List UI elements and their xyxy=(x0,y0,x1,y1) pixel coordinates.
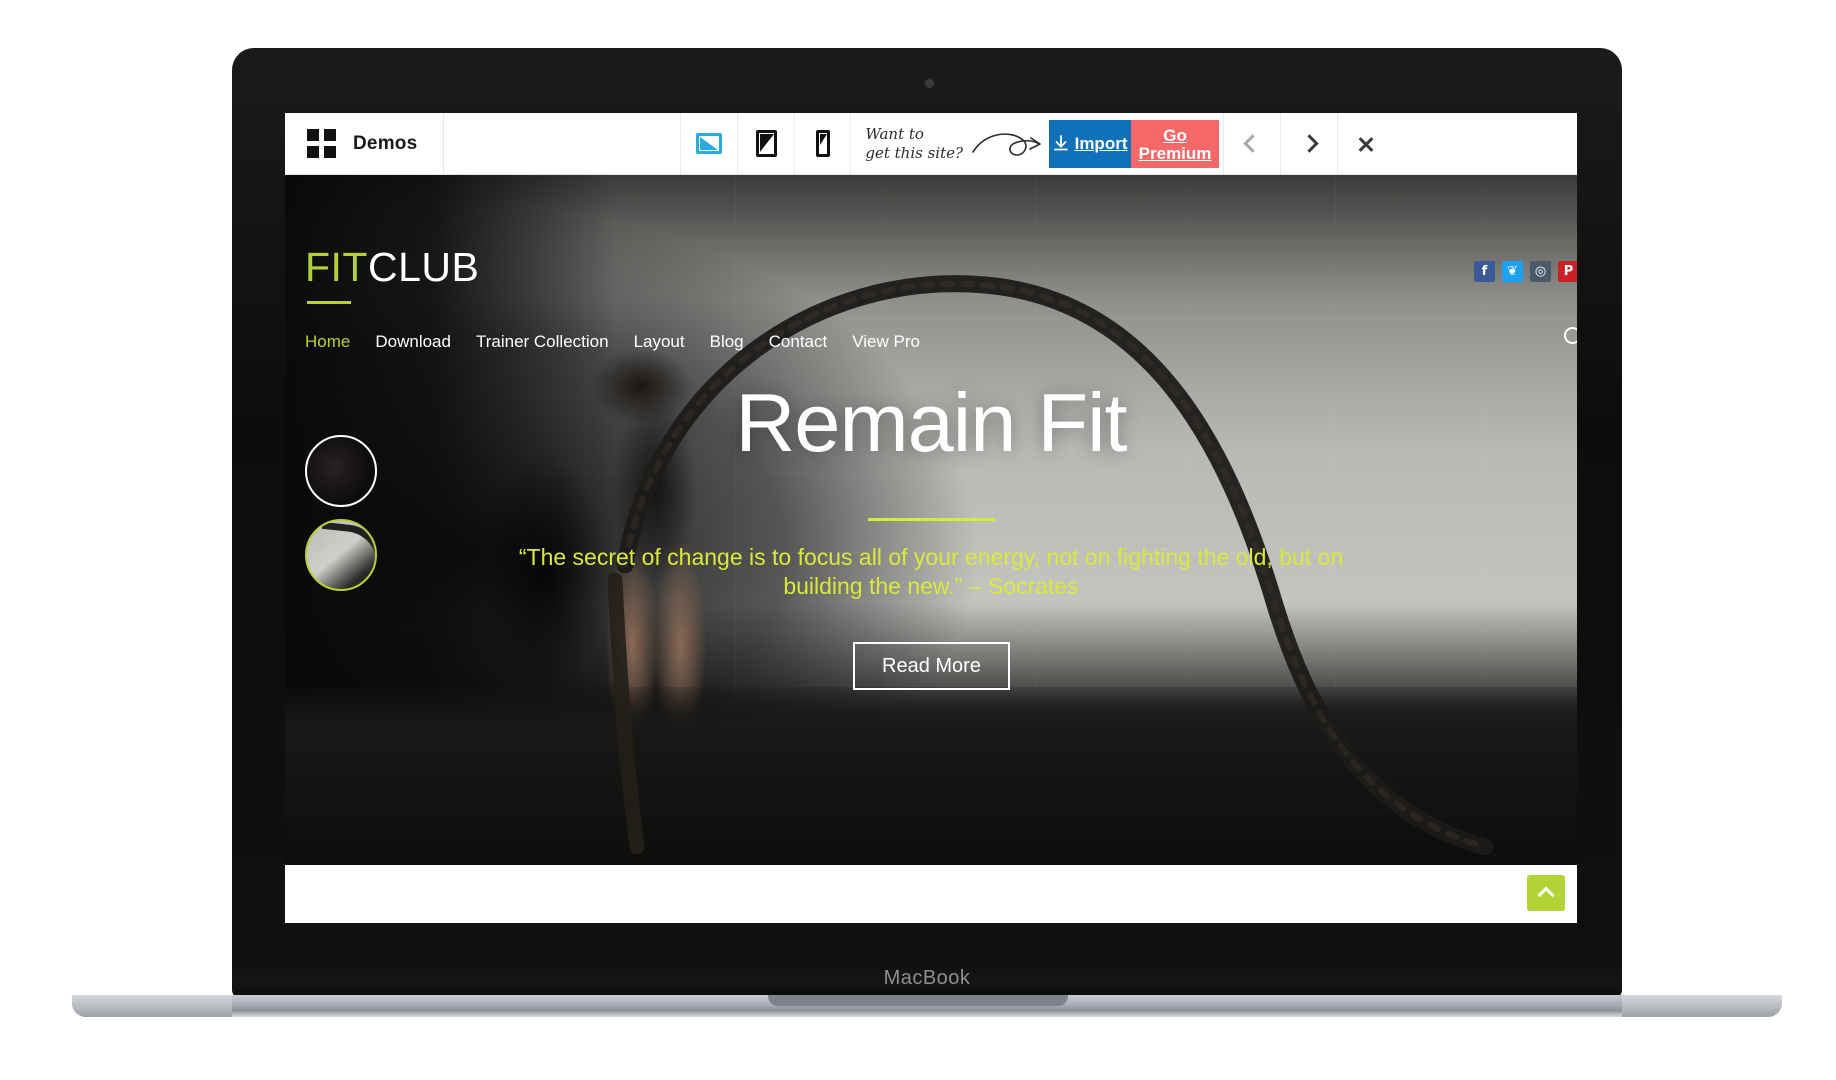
instagram-icon[interactable]: ◎ xyxy=(1530,261,1551,282)
nav-item-blog[interactable]: Blog xyxy=(710,332,744,352)
site-logo[interactable]: FITCLUB xyxy=(305,247,479,288)
go-premium-label: Go Premium xyxy=(1138,125,1212,163)
macbook-brand-label: MacBook xyxy=(883,966,971,989)
read-more-button[interactable]: Read More xyxy=(853,642,1010,690)
website-preview: FITCLUB Home Download Trainer Collection… xyxy=(285,175,1577,923)
demos-label: Demos xyxy=(353,132,418,154)
close-toolbar-button[interactable] xyxy=(1337,113,1394,174)
hero-divider xyxy=(868,518,995,521)
nav-item-download[interactable]: Download xyxy=(375,332,451,352)
facebook-icon[interactable]: f xyxy=(1474,261,1495,282)
close-icon xyxy=(1357,135,1375,153)
demos-button[interactable]: Demos xyxy=(285,113,445,174)
grid-icon xyxy=(307,129,336,158)
site-footer xyxy=(285,865,1577,923)
nav-item-layout[interactable]: Layout xyxy=(634,332,685,352)
laptop-screen: Demos Want to get this site? Import Go P… xyxy=(285,113,1577,923)
webcam-icon xyxy=(925,79,934,88)
import-button[interactable]: Import xyxy=(1049,119,1132,168)
main-navigation: Home Download Trainer Collection Layout … xyxy=(305,332,920,352)
curved-arrow-icon xyxy=(972,132,1041,156)
pinterest-icon[interactable]: P xyxy=(1558,261,1577,282)
twitter-icon[interactable]: ❦ xyxy=(1502,261,1523,282)
logo-club: CLUB xyxy=(367,244,480,290)
mobile-view-button[interactable] xyxy=(794,113,852,174)
search-icon[interactable] xyxy=(1564,327,1577,344)
screenshot-stage: Demos Want to get this site? Import Go P… xyxy=(0,0,1836,1080)
slide-thumb-2[interactable] xyxy=(305,519,377,591)
tablet-view-button[interactable] xyxy=(737,113,794,174)
chevron-right-icon xyxy=(1299,134,1319,153)
import-label: Import xyxy=(1074,133,1128,153)
laptop-foot-right xyxy=(1622,995,1782,1017)
tablet-icon xyxy=(755,130,777,157)
promo-text: Want to get this site? xyxy=(865,124,964,162)
previous-demo-button[interactable] xyxy=(1223,113,1280,174)
desktop-icon xyxy=(696,133,723,154)
scroll-to-top-button[interactable] xyxy=(1527,875,1565,911)
chevron-up-icon xyxy=(1537,886,1555,904)
promo-callout: Want to get this site? xyxy=(851,113,1049,174)
mobile-icon xyxy=(815,130,830,157)
desktop-view-button[interactable] xyxy=(680,113,737,174)
toolbar-nav-group xyxy=(1223,113,1394,174)
nav-item-contact[interactable]: Contact xyxy=(769,332,828,352)
device-preview-group xyxy=(680,113,852,174)
logo-fit: FIT xyxy=(305,244,368,290)
laptop-foot-left xyxy=(72,995,232,1017)
nav-item-trainer-collection[interactable]: Trainer Collection xyxy=(476,332,609,352)
social-links: f ❦ ◎ P xyxy=(1474,261,1577,282)
logo-underline xyxy=(307,301,351,304)
hero-title: Remain Fit xyxy=(735,376,1127,469)
laptop-foot-notch xyxy=(768,995,1068,1006)
hero-quote: “The secret of change is to focus all of… xyxy=(518,544,1344,599)
nav-item-view-pro[interactable]: View Pro xyxy=(852,332,920,352)
next-demo-button[interactable] xyxy=(1280,113,1337,174)
laptop-base: MacBook xyxy=(232,958,1622,998)
chevron-left-icon xyxy=(1242,134,1262,153)
nav-item-home[interactable]: Home xyxy=(305,332,350,352)
builder-toolbar: Demos Want to get this site? Import Go P… xyxy=(285,113,1577,175)
go-premium-button[interactable]: Go Premium xyxy=(1131,119,1220,168)
download-icon xyxy=(1053,134,1068,150)
